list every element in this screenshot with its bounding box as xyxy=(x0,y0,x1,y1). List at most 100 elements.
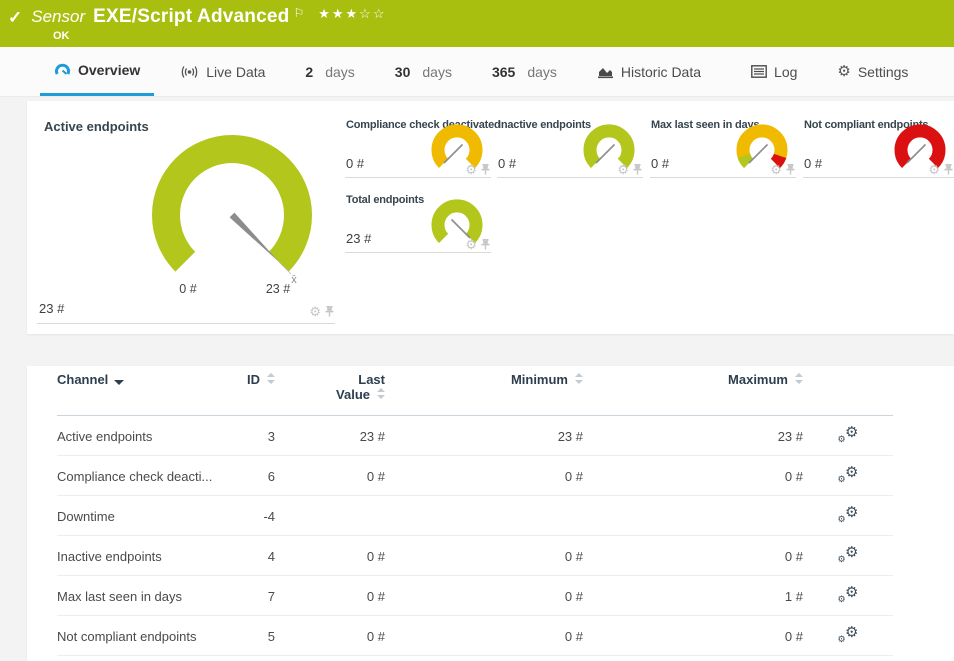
gear-icon: ⚙ xyxy=(845,543,858,561)
gear-icon[interactable]: ⚙ xyxy=(617,164,629,175)
tab-label: Overview xyxy=(78,62,140,78)
gauge-value: 0 # xyxy=(804,156,822,171)
channel-last-value: 0 # xyxy=(275,576,385,616)
gauge-value: 23 # xyxy=(39,301,64,316)
channel-name: Active endpoints xyxy=(57,416,237,456)
live-data-icon xyxy=(180,65,199,79)
column-header-minimum[interactable]: Minimum xyxy=(385,366,583,416)
channel-minimum: 23 # xyxy=(385,416,583,456)
channel-settings-button[interactable]: ⚙⚙ xyxy=(838,625,859,644)
pin-icon[interactable] xyxy=(481,239,490,250)
mean-marker: x̄ xyxy=(291,274,297,286)
pin-icon[interactable] xyxy=(481,164,490,175)
gauge-scale-max: 23 # xyxy=(266,282,290,296)
column-header-channel[interactable]: Channel xyxy=(57,366,237,416)
gauge-needle xyxy=(452,220,471,239)
channel-last-value: 0 # xyxy=(275,536,385,576)
tab-overview[interactable]: Overview xyxy=(40,47,154,96)
pin-icon[interactable] xyxy=(325,306,334,317)
sensor-header: ✓ Sensor EXE/Script Advanced ⚐ ★★★☆☆ OK xyxy=(0,0,954,47)
gear-icon[interactable]: ⚙ xyxy=(465,164,477,175)
channel-settings-button[interactable]: ⚙⚙ xyxy=(838,585,859,604)
channel-maximum: 23 # xyxy=(583,656,803,661)
column-label: Minimum xyxy=(511,372,568,387)
channel-last-value: 0 # xyxy=(275,456,385,496)
tab-live-data[interactable]: Live Data xyxy=(166,47,279,96)
channel-name: Downtime xyxy=(57,496,237,536)
pin-icon[interactable] xyxy=(633,164,642,175)
channel-minimum: 0 # xyxy=(385,616,583,656)
table-row: Active endpoints 3 23 # 23 # 23 # ⚙⚙ xyxy=(57,416,893,456)
gauge-card-inactive-endpoints: Inactive endpoints 0 # ⚙ xyxy=(497,111,643,178)
gear-icon: ⚙ xyxy=(837,65,850,79)
gear-icon: ⚙ xyxy=(845,583,858,601)
channel-id: 3 xyxy=(237,416,275,456)
channel-maximum xyxy=(583,496,803,536)
channel-maximum: 0 # xyxy=(583,536,803,576)
channel-minimum: 0 # xyxy=(385,456,583,496)
tab-bar: Overview Live Data 2 days 30 days 365 da… xyxy=(0,47,954,97)
channel-id: -4 xyxy=(237,496,275,536)
channel-id: 4 xyxy=(237,536,275,576)
channel-settings-button[interactable]: ⚙⚙ xyxy=(838,545,859,564)
sort-icon xyxy=(574,373,583,384)
histogram-icon xyxy=(597,65,614,79)
sensor-status-text: OK xyxy=(53,30,954,42)
gauge-card-max-last-seen-in-days: Max last seen in days 0 # ⚙ xyxy=(650,111,796,178)
channel-last-value xyxy=(275,496,385,536)
tab-label: Settings xyxy=(858,64,909,80)
tab-30-days[interactable]: 30 days xyxy=(381,47,466,96)
tab-label: days xyxy=(527,64,557,80)
table-row: Max last seen in days 7 0 # 0 # 1 # ⚙⚙ xyxy=(57,576,893,616)
channel-table: Channel ID Last Value Minimum Maximum xyxy=(57,366,893,661)
gear-icon[interactable]: ⚙ xyxy=(770,164,782,175)
channel-settings-button[interactable]: ⚙⚙ xyxy=(838,465,859,484)
gauge-arc xyxy=(438,206,476,238)
column-header-last-value[interactable]: Last Value xyxy=(275,366,385,416)
tab-log[interactable]: Log xyxy=(737,47,811,96)
gear-icon[interactable]: ⚙ xyxy=(465,239,477,250)
column-header-maximum[interactable]: Maximum xyxy=(583,366,803,416)
gear-icon: ⚙ xyxy=(838,554,846,565)
channel-name: Total endpoints xyxy=(57,656,237,661)
sensor-kind-label: Sensor xyxy=(31,7,85,27)
gear-icon: ⚙ xyxy=(838,434,846,445)
status-check-icon: ✓ xyxy=(8,8,22,28)
tab-365-days[interactable]: 365 days xyxy=(478,47,571,96)
tab-label: Historic Data xyxy=(621,64,701,80)
tab-historic-data[interactable]: Historic Data xyxy=(583,47,715,96)
column-label: Maximum xyxy=(728,372,788,387)
priority-flag-icon[interactable]: ⚐ xyxy=(293,6,304,20)
channel-maximum: 0 # xyxy=(583,616,803,656)
channel-settings-button[interactable]: ⚙⚙ xyxy=(838,425,859,444)
gear-icon: ⚙ xyxy=(845,623,858,641)
channel-name: Inactive endpoints xyxy=(57,536,237,576)
channel-settings-button[interactable]: ⚙⚙ xyxy=(838,505,859,524)
priority-stars[interactable]: ★★★☆☆ xyxy=(318,6,386,22)
gauge-value: 0 # xyxy=(346,156,364,171)
gauge-value: 0 # xyxy=(498,156,516,171)
tab-label: days xyxy=(422,64,452,80)
column-header-id[interactable]: ID xyxy=(237,366,275,416)
table-row: Total endpoints 2 23 # 23 # 23 # ⚙⚙ xyxy=(57,656,893,661)
pin-icon[interactable] xyxy=(944,164,953,175)
channel-last-value: 0 # xyxy=(275,616,385,656)
gauge-arc xyxy=(166,149,298,262)
gauge-needle xyxy=(230,213,279,262)
channel-id: 2 xyxy=(237,656,275,661)
sort-icon xyxy=(794,373,803,384)
gauges-panel: Active endpoints x̄ 0 # 23 # 23 # ⚙ Comp… xyxy=(27,101,954,334)
gear-icon[interactable]: ⚙ xyxy=(928,164,940,175)
table-row: Inactive endpoints 4 0 # 0 # 0 # ⚙⚙ xyxy=(57,536,893,576)
gauge-needle xyxy=(444,145,463,164)
gauge-icon xyxy=(54,62,71,78)
gear-icon[interactable]: ⚙ xyxy=(309,306,321,317)
tab-2-days[interactable]: 2 days xyxy=(291,47,368,96)
channel-minimum: 0 # xyxy=(385,576,583,616)
gear-icon: ⚙ xyxy=(845,423,858,441)
channel-minimum xyxy=(385,496,583,536)
gauge-arc xyxy=(901,131,939,163)
gear-icon: ⚙ xyxy=(845,463,858,481)
pin-icon[interactable] xyxy=(786,164,795,175)
tab-settings[interactable]: ⚙ Settings xyxy=(823,47,922,96)
